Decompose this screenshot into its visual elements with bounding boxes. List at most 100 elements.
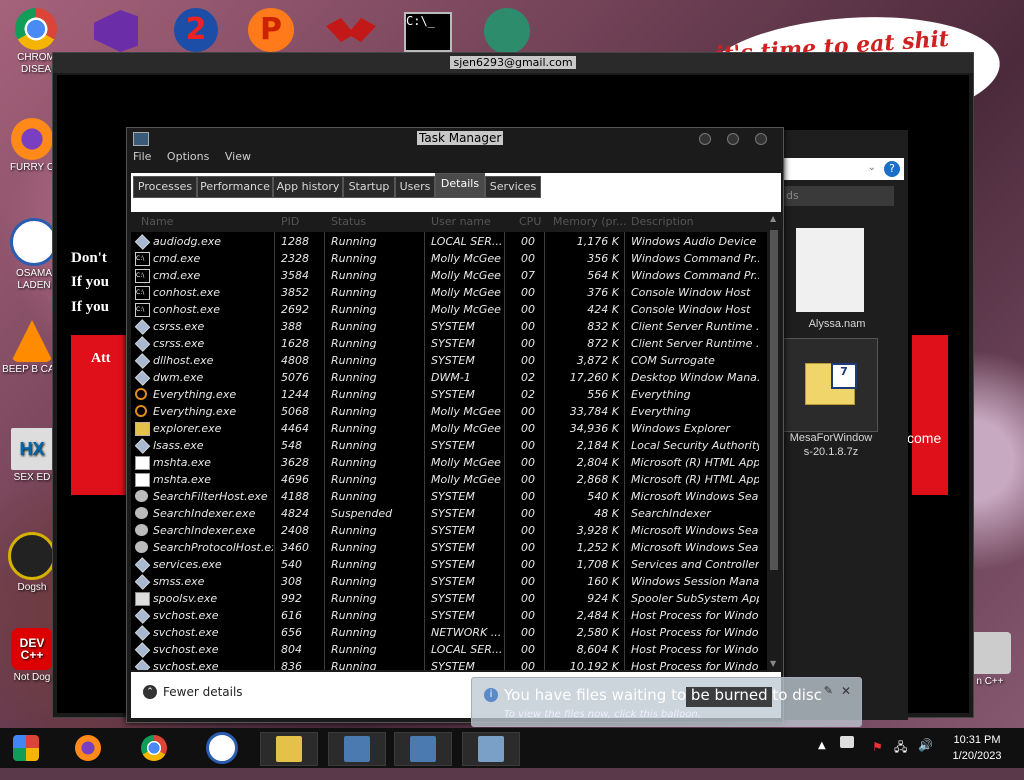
- chevron-down-icon[interactable]: ⌄: [868, 162, 876, 173]
- cell-name: SearchFilterHost.exe: [153, 490, 268, 503]
- task-manager-titlebar[interactable]: Task Manager: [127, 128, 783, 150]
- table-row[interactable]: audiodg.exe 1288 Running LOCAL SER... 00 1,17…: [131, 233, 767, 250]
- table-row[interactable]: C:\ conhost.exe 2692 Running Molly McGee 00 42…: [131, 301, 767, 318]
- network-icon[interactable]: 🖧: [894, 738, 907, 778]
- santa-icon[interactable]: [484, 8, 530, 54]
- table-row[interactable]: C:\ conhost.exe 3852 Running Molly McGee 00 37…: [131, 284, 767, 301]
- pin-icon[interactable]: ✎: [824, 684, 833, 697]
- table-row[interactable]: Everything.exe 1244 Running SYSTEM 02 556 K Ev…: [131, 386, 767, 403]
- col-memory[interactable]: Memory (pr...: [553, 215, 627, 228]
- table-row[interactable]: mshta.exe 4696 Running Molly McGee 00 2,868 K…: [131, 471, 767, 488]
- file-explorer-window[interactable]: ? ⌄ ds Alyssa.nam 7 MesaForWindow s-20.1…: [782, 130, 908, 720]
- scroll-down-arrow-icon[interactable]: ▼: [770, 659, 776, 668]
- file-alyssa-icon[interactable]: [796, 228, 864, 312]
- menu-view[interactable]: View: [225, 150, 251, 163]
- action-center-icon[interactable]: ⚑: [872, 740, 883, 780]
- taskbar-explorer[interactable]: [260, 732, 318, 766]
- start-button[interactable]: [0, 732, 52, 764]
- file-mesa-label-1[interactable]: MesaForWindow: [776, 432, 886, 444]
- table-row[interactable]: C:\ cmd.exe 3584 Running Molly McGee 07 564 K W…: [131, 267, 767, 284]
- table-row[interactable]: mshta.exe 3628 Running Molly McGee 00 2,804 K…: [131, 454, 767, 471]
- table-row[interactable]: svchost.exe 804 Running LOCAL SER... 00 8,604…: [131, 641, 767, 658]
- table-row[interactable]: svchost.exe 836 Running SYSTEM 00 10,192 K Hos…: [131, 658, 767, 670]
- taskbar-obama[interactable]: [194, 732, 250, 764]
- app-p-icon[interactable]: P: [248, 8, 294, 52]
- cell-status: Running: [331, 626, 377, 639]
- col-description[interactable]: Description: [631, 215, 694, 228]
- table-row[interactable]: dllhost.exe 4808 Running SYSTEM 00 3,872 K COM…: [131, 352, 767, 369]
- col-name[interactable]: Name: [141, 215, 173, 228]
- firefox-icon: [75, 735, 101, 761]
- tab-details[interactable]: Details: [435, 173, 485, 198]
- vertical-scrollbar[interactable]: ▲ ▼: [767, 212, 781, 670]
- app-2-icon[interactable]: 2: [174, 8, 218, 52]
- table-row[interactable]: smss.exe 308 Running SYSTEM 00 160 K Windows S…: [131, 573, 767, 590]
- burn-disc-tray-icon[interactable]: [840, 736, 854, 748]
- tab-services[interactable]: Services: [485, 176, 541, 198]
- burn-disc-notification[interactable]: i You have files waiting to be burned to…: [471, 677, 862, 727]
- cell-pid: 548: [281, 439, 302, 452]
- menu-file[interactable]: File: [133, 150, 151, 163]
- close-button[interactable]: [755, 133, 767, 145]
- table-row[interactable]: services.exe 540 Running SYSTEM 00 1,708 K Ser…: [131, 556, 767, 573]
- col-status[interactable]: Status: [331, 215, 366, 228]
- taskbar-app-1[interactable]: [328, 732, 386, 766]
- taskbar-firefox[interactable]: [60, 732, 116, 764]
- table-row[interactable]: C:\ cmd.exe 2328 Running Molly McGee 00 356 K W…: [131, 250, 767, 267]
- volume-icon[interactable]: 🔊: [918, 738, 933, 778]
- explorer-address-bar[interactable]: ? ⌄: [782, 158, 904, 180]
- help-icon[interactable]: ?: [884, 161, 900, 177]
- taskbar-app-2[interactable]: [394, 732, 452, 766]
- tab-startup[interactable]: Startup: [343, 176, 395, 198]
- scroll-up-arrow-icon[interactable]: ▲: [770, 214, 776, 223]
- col-pid[interactable]: PID: [281, 215, 299, 228]
- taskbar-task-manager[interactable]: [462, 732, 520, 766]
- obama-logo-icon: [10, 218, 58, 266]
- tab-users[interactable]: Users: [395, 176, 435, 198]
- clock-time: 10:31 PM: [953, 734, 1001, 746]
- table-row[interactable]: SearchFilterHost.exe 4188 Running SYSTEM 00 5…: [131, 488, 767, 505]
- table-row[interactable]: svchost.exe 616 Running SYSTEM 00 2,484 K Host…: [131, 607, 767, 624]
- cmd-shortcut-icon[interactable]: C:\_: [404, 12, 452, 52]
- menu-options[interactable]: Options: [167, 150, 209, 163]
- explorer-search-input[interactable]: ds: [782, 186, 894, 206]
- cell-name: SearchIndexer.exe: [153, 507, 256, 520]
- table-row[interactable]: spoolsv.exe 992 Running SYSTEM 00 924 K Spoole…: [131, 590, 767, 607]
- table-row[interactable]: dwm.exe 5076 Running DWM-1 02 17,260 K Desktop…: [131, 369, 767, 386]
- cell-user: SYSTEM: [431, 388, 475, 401]
- table-row[interactable]: csrss.exe 388 Running SYSTEM 00 832 K Client S…: [131, 318, 767, 335]
- col-cpu[interactable]: CPU: [519, 215, 541, 228]
- table-row[interactable]: lsass.exe 548 Running SYSTEM 00 2,184 K Local …: [131, 437, 767, 454]
- table-row[interactable]: Everything.exe 5068 Running Molly McGee 00 33…: [131, 403, 767, 420]
- cell-name: dllhost.exe: [153, 354, 214, 367]
- file-alyssa-label[interactable]: Alyssa.nam: [782, 318, 892, 330]
- table-row[interactable]: svchost.exe 656 Running NETWORK ... 00 2,580 …: [131, 624, 767, 641]
- show-hidden-icons-chevron-icon[interactable]: ▲: [818, 740, 826, 780]
- table-row[interactable]: SearchIndexer.exe 4824 Suspended SYSTEM 00 48…: [131, 505, 767, 522]
- table-row[interactable]: explorer.exe 4464 Running Molly McGee 00 34,9…: [131, 420, 767, 437]
- firefox-icon: [11, 118, 53, 160]
- task-manager-window[interactable]: Task Manager File Options View Processes…: [126, 127, 784, 723]
- minimize-button[interactable]: [699, 133, 711, 145]
- close-notification-icon[interactable]: ✕: [841, 684, 851, 698]
- taskbar-clock[interactable]: 10:31 PM 1/20/2023: [940, 732, 1014, 764]
- scroll-thumb[interactable]: [770, 230, 778, 570]
- taskbar-chrome[interactable]: [126, 732, 182, 764]
- maximize-button[interactable]: [727, 133, 739, 145]
- fewer-details-button[interactable]: ⌃ Fewer details: [143, 685, 243, 699]
- cell-pid: 3584: [281, 269, 309, 282]
- col-user[interactable]: User name: [431, 215, 491, 228]
- table-row[interactable]: SearchIndexer.exe 2408 Running SYSTEM 00 3,92…: [131, 522, 767, 539]
- 7z-badge-icon: 7: [831, 363, 857, 389]
- tab-app-history[interactable]: App history: [273, 176, 343, 198]
- cell-pid: 5068: [281, 405, 309, 418]
- table-row[interactable]: csrss.exe 1628 Running SYSTEM 00 872 K Client …: [131, 335, 767, 352]
- tab-performance[interactable]: Performance: [197, 176, 273, 198]
- cell-cpu: 00: [521, 337, 535, 350]
- tab-processes[interactable]: Processes: [133, 176, 197, 198]
- dogsh-icon: [8, 532, 56, 580]
- file-mesa-label-2[interactable]: s-20.1.8.7z: [776, 446, 886, 458]
- table-row[interactable]: SearchProtocolHost.exe 3460 Running SYSTEM 0…: [131, 539, 767, 556]
- file-mesa-tile[interactable]: 7: [782, 338, 878, 432]
- cell-pid: 3460: [281, 541, 309, 554]
